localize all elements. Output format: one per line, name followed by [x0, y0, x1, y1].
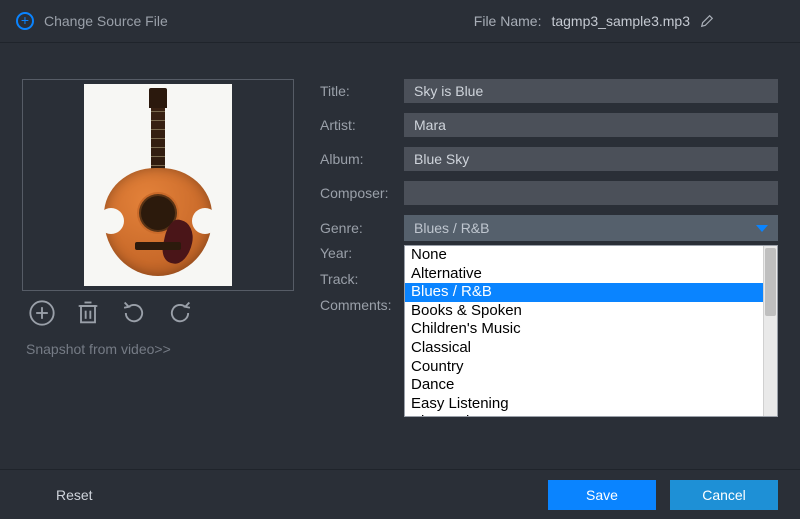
rotate-left-button[interactable] [120, 299, 148, 327]
file-name-value: tagmp3_sample3.mp3 [551, 13, 690, 29]
track-label: Track: [320, 271, 404, 287]
year-label: Year: [320, 245, 404, 261]
reset-button[interactable]: Reset [56, 487, 93, 503]
genre-dropdown[interactable]: NoneAlternativeBlues / R&BBooks & Spoken… [404, 245, 778, 417]
add-circle-icon[interactable] [16, 12, 34, 30]
composer-label: Composer: [320, 185, 404, 201]
left-panel: Snapshot from video>> [22, 79, 294, 357]
footer-bar: Reset Save Cancel [0, 469, 800, 519]
change-source-link[interactable]: Change Source File [44, 13, 168, 29]
chevron-down-icon [756, 225, 768, 232]
genre-option[interactable]: Blues / R&B [405, 283, 763, 302]
rotate-right-button[interactable] [166, 299, 194, 327]
cancel-button[interactable]: Cancel [670, 480, 778, 510]
genre-label: Genre: [320, 220, 404, 236]
content-area: Snapshot from video>> Title: Artist: Alb… [0, 43, 800, 357]
title-input[interactable] [404, 79, 778, 103]
snapshot-from-video-link[interactable]: Snapshot from video>> [22, 341, 294, 357]
album-label: Album: [320, 151, 404, 167]
genre-option[interactable]: Easy Listening [405, 395, 763, 414]
artwork-image [84, 84, 232, 286]
genre-option[interactable]: Dance [405, 376, 763, 395]
genre-option[interactable]: None [405, 246, 763, 265]
title-label: Title: [320, 83, 404, 99]
genre-select[interactable]: Blues / R&B [404, 215, 778, 241]
add-artwork-button[interactable] [28, 299, 56, 327]
composer-input[interactable] [404, 181, 778, 205]
save-button[interactable]: Save [548, 480, 656, 510]
row-album: Album: [320, 147, 778, 171]
row-genre: Genre: Blues / R&B [320, 215, 778, 241]
row-composer: Composer: [320, 181, 778, 205]
row-artist: Artist: [320, 113, 778, 137]
genre-option[interactable]: Electronic [405, 413, 763, 416]
artist-label: Artist: [320, 117, 404, 133]
row-title: Title: [320, 79, 778, 103]
comments-label: Comments: [320, 297, 404, 313]
artwork-frame [22, 79, 294, 291]
album-input[interactable] [404, 147, 778, 171]
genre-option-list: NoneAlternativeBlues / R&BBooks & Spoken… [405, 246, 763, 416]
dropdown-scrollbar[interactable] [763, 246, 777, 416]
artist-input[interactable] [404, 113, 778, 137]
genre-option[interactable]: Children's Music [405, 320, 763, 339]
file-name-label: File Name: [474, 13, 542, 29]
artwork-toolbar [22, 291, 294, 327]
genre-option[interactable]: Country [405, 358, 763, 377]
genre-selected-value: Blues / R&B [414, 220, 489, 236]
genre-option[interactable]: Classical [405, 339, 763, 358]
edit-icon[interactable] [700, 14, 714, 28]
form-panel: Title: Artist: Album: Composer: Genre: B… [320, 79, 778, 357]
top-bar: Change Source File File Name: tagmp3_sam… [0, 0, 800, 42]
delete-artwork-button[interactable] [74, 299, 102, 327]
scrollbar-thumb[interactable] [765, 248, 776, 316]
genre-option[interactable]: Alternative [405, 265, 763, 284]
genre-option[interactable]: Books & Spoken [405, 302, 763, 321]
file-name-group: File Name: tagmp3_sample3.mp3 [474, 13, 714, 29]
